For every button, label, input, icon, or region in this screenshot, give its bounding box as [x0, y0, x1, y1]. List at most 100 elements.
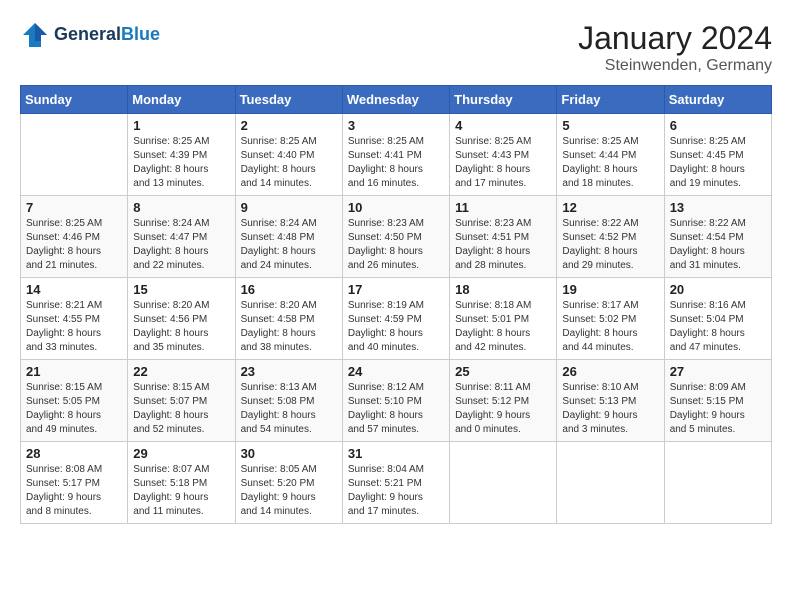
calendar-cell: [557, 442, 664, 524]
calendar-cell: 27Sunrise: 8:09 AMSunset: 5:15 PMDayligh…: [664, 360, 771, 442]
day-info: Sunrise: 8:23 AMSunset: 4:51 PMDaylight:…: [455, 217, 551, 273]
page-header: GeneralBlue January 2024 Steinwenden, Ge…: [20, 20, 772, 75]
calendar-cell: 10 Sunrise: 8:23 AMSunset: 4:50 PMDayligh…: [342, 196, 449, 278]
day-number: 17: [348, 282, 444, 297]
calendar-cell: 13 Sunrise: 8:22 AMSunset: 4:54 PMDayligh…: [664, 196, 771, 278]
logo: GeneralBlue: [20, 20, 160, 50]
weekday-header: Sunday: [21, 86, 128, 114]
day-number: 14: [26, 282, 122, 297]
weekday-header: Thursday: [450, 86, 557, 114]
calendar-week-row: 21Sunrise: 8:15 AMSunset: 5:05 PMDayligh…: [21, 360, 772, 442]
day-info: Sunrise: 8:13 AMSunset: 5:08 PMDaylight:…: [241, 381, 337, 437]
day-info: Sunrise: 8:08 AMSunset: 5:17 PMDaylight:…: [26, 463, 122, 519]
day-number: 15: [133, 282, 229, 297]
day-number: 12: [562, 200, 658, 215]
calendar-cell: 5Sunrise: 8:25 AMSunset: 4:44 PMDaylight…: [557, 114, 664, 196]
day-info: Sunrise: 8:07 AMSunset: 5:18 PMDaylight:…: [133, 463, 229, 519]
calendar-cell: [664, 442, 771, 524]
day-number: 22: [133, 364, 229, 379]
day-number: 9: [241, 200, 337, 215]
calendar-cell: 15 Sunrise: 8:20 AMSunset: 4:56 PMDayligh…: [128, 278, 235, 360]
day-info: Sunrise: 8:25 AMSunset: 4:46 PMDaylight:…: [26, 217, 122, 273]
day-number: 31: [348, 446, 444, 461]
calendar-cell: 2 Sunrise: 8:25 AMSunset: 4:40 PMDaylight…: [235, 114, 342, 196]
day-number: 4: [455, 118, 551, 133]
day-info: Sunrise: 8:25 AMSunset: 4:45 PMDaylight:…: [670, 135, 766, 191]
calendar-cell: 29 Sunrise: 8:07 AMSunset: 5:18 PMDayligh…: [128, 442, 235, 524]
calendar-cell: 21Sunrise: 8:15 AMSunset: 5:05 PMDayligh…: [21, 360, 128, 442]
calendar-cell: 4Sunrise: 8:25 AMSunset: 4:43 PMDaylight…: [450, 114, 557, 196]
day-number: 10: [348, 200, 444, 215]
title-block: January 2024 Steinwenden, Germany: [578, 20, 772, 75]
day-info: Sunrise: 8:20 AMSunset: 4:56 PMDaylight:…: [133, 299, 229, 355]
calendar-cell: 31 Sunrise: 8:04 AMSunset: 5:21 PMDayligh…: [342, 442, 449, 524]
day-info: Sunrise: 8:04 AMSunset: 5:21 PMDaylight:…: [348, 463, 444, 519]
page-subtitle: Steinwenden, Germany: [578, 57, 772, 75]
day-info: Sunrise: 8:11 AMSunset: 5:12 PMDaylight:…: [455, 381, 551, 437]
calendar-cell: 3Sunrise: 8:25 AMSunset: 4:41 PMDaylight…: [342, 114, 449, 196]
calendar-week-row: 14 Sunrise: 8:21 AMSunset: 4:55 PMDayligh…: [21, 278, 772, 360]
day-number: 18: [455, 282, 551, 297]
calendar-cell: [450, 442, 557, 524]
day-number: 8: [133, 200, 229, 215]
day-info: Sunrise: 8:21 AMSunset: 4:55 PMDaylight:…: [26, 299, 122, 355]
calendar-table: SundayMondayTuesdayWednesdayThursdayFrid…: [20, 85, 772, 524]
weekday-header: Monday: [128, 86, 235, 114]
day-number: 5: [562, 118, 658, 133]
day-number: 27: [670, 364, 766, 379]
day-number: 30: [241, 446, 337, 461]
day-number: 11: [455, 200, 551, 215]
day-number: 13: [670, 200, 766, 215]
calendar-cell: 14 Sunrise: 8:21 AMSunset: 4:55 PMDayligh…: [21, 278, 128, 360]
day-number: 29: [133, 446, 229, 461]
day-number: 23: [241, 364, 337, 379]
day-number: 21: [26, 364, 122, 379]
calendar-cell: 9 Sunrise: 8:24 AMSunset: 4:48 PMDaylight…: [235, 196, 342, 278]
logo-text: GeneralBlue: [54, 25, 160, 45]
calendar-cell: 17 Sunrise: 8:19 AMSunset: 4:59 PMDayligh…: [342, 278, 449, 360]
weekday-header: Wednesday: [342, 86, 449, 114]
day-info: Sunrise: 8:25 AMSunset: 4:40 PMDaylight:…: [241, 135, 337, 191]
calendar-cell: 30 Sunrise: 8:05 AMSunset: 5:20 PMDayligh…: [235, 442, 342, 524]
day-info: Sunrise: 8:05 AMSunset: 5:20 PMDaylight:…: [241, 463, 337, 519]
calendar-cell: 19 Sunrise: 8:17 AMSunset: 5:02 PMDayligh…: [557, 278, 664, 360]
weekday-header: Friday: [557, 86, 664, 114]
day-info: Sunrise: 8:15 AMSunset: 5:07 PMDaylight:…: [133, 381, 229, 437]
day-info: Sunrise: 8:10 AMSunset: 5:13 PMDaylight:…: [562, 381, 658, 437]
page-title: January 2024: [578, 20, 772, 57]
calendar-cell: 23 Sunrise: 8:13 AMSunset: 5:08 PMDayligh…: [235, 360, 342, 442]
day-number: 7: [26, 200, 122, 215]
calendar-cell: 24Sunrise: 8:12 AMSunset: 5:10 PMDayligh…: [342, 360, 449, 442]
day-info: Sunrise: 8:19 AMSunset: 4:59 PMDaylight:…: [348, 299, 444, 355]
weekday-header: Tuesday: [235, 86, 342, 114]
day-info: Sunrise: 8:12 AMSunset: 5:10 PMDaylight:…: [348, 381, 444, 437]
weekday-header: Saturday: [664, 86, 771, 114]
day-info: Sunrise: 8:17 AMSunset: 5:02 PMDaylight:…: [562, 299, 658, 355]
calendar-cell: 12 Sunrise: 8:22 AMSunset: 4:52 PMDayligh…: [557, 196, 664, 278]
day-info: Sunrise: 8:16 AMSunset: 5:04 PMDaylight:…: [670, 299, 766, 355]
day-number: 28: [26, 446, 122, 461]
calendar-cell: 7 Sunrise: 8:25 AMSunset: 4:46 PMDaylight…: [21, 196, 128, 278]
calendar-cell: 18Sunrise: 8:18 AMSunset: 5:01 PMDayligh…: [450, 278, 557, 360]
calendar-week-row: 28 Sunrise: 8:08 AMSunset: 5:17 PMDayligh…: [21, 442, 772, 524]
calendar-cell: 26Sunrise: 8:10 AMSunset: 5:13 PMDayligh…: [557, 360, 664, 442]
day-number: 2: [241, 118, 337, 133]
calendar-week-row: 7 Sunrise: 8:25 AMSunset: 4:46 PMDaylight…: [21, 196, 772, 278]
day-info: Sunrise: 8:25 AMSunset: 4:39 PMDaylight:…: [133, 135, 229, 191]
calendar-cell: 28 Sunrise: 8:08 AMSunset: 5:17 PMDayligh…: [21, 442, 128, 524]
calendar-cell: 11 Sunrise: 8:23 AMSunset: 4:51 PMDayligh…: [450, 196, 557, 278]
day-info: Sunrise: 8:24 AMSunset: 4:48 PMDaylight:…: [241, 217, 337, 273]
calendar-cell: [21, 114, 128, 196]
day-info: Sunrise: 8:22 AMSunset: 4:52 PMDaylight:…: [562, 217, 658, 273]
day-info: Sunrise: 8:22 AMSunset: 4:54 PMDaylight:…: [670, 217, 766, 273]
day-number: 19: [562, 282, 658, 297]
calendar-cell: 25 Sunrise: 8:11 AMSunset: 5:12 PMDayligh…: [450, 360, 557, 442]
logo-icon: [20, 20, 50, 50]
day-number: 1: [133, 118, 229, 133]
day-info: Sunrise: 8:23 AMSunset: 4:50 PMDaylight:…: [348, 217, 444, 273]
day-info: Sunrise: 8:24 AMSunset: 4:47 PMDaylight:…: [133, 217, 229, 273]
calendar-week-row: 1 Sunrise: 8:25 AMSunset: 4:39 PMDaylight…: [21, 114, 772, 196]
day-number: 25: [455, 364, 551, 379]
day-number: 16: [241, 282, 337, 297]
day-info: Sunrise: 8:25 AMSunset: 4:41 PMDaylight:…: [348, 135, 444, 191]
